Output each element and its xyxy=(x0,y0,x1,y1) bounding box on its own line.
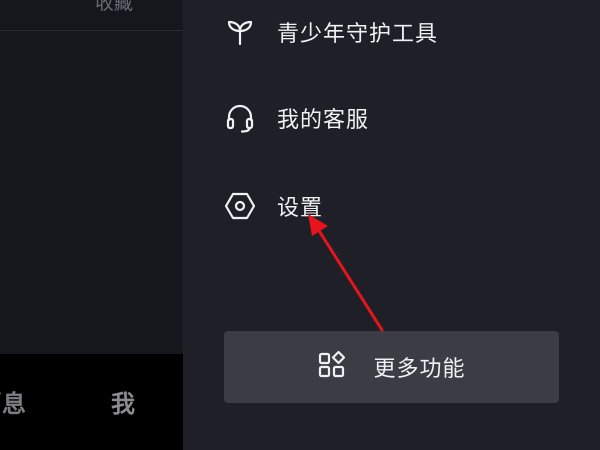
tab-me[interactable]: 我 xyxy=(111,384,135,419)
menu-item-youth-protection[interactable]: 青少年守护工具 xyxy=(223,12,543,52)
bottom-tab-bar xyxy=(0,354,183,450)
menu-item-customer-service[interactable]: 我的客服 xyxy=(223,98,543,138)
tab-messages[interactable]: 消息 xyxy=(0,384,26,419)
background-app-pane[interactable]: 收藏 消息 我 xyxy=(0,0,183,450)
favorites-label: 收藏 xyxy=(94,0,133,14)
hexagon-settings-icon xyxy=(223,189,257,223)
menu-item-label: 我的客服 xyxy=(277,108,370,133)
apps-grid-icon xyxy=(317,350,347,384)
headset-icon xyxy=(223,101,257,135)
menu-item-label: 青少年守护工具 xyxy=(277,22,439,47)
divider xyxy=(0,30,183,31)
menu-item-label: 设置 xyxy=(277,196,324,221)
side-drawer: 青少年守护工具 我的客服 设置 更多功能 xyxy=(183,0,600,450)
more-features-button[interactable]: 更多功能 xyxy=(224,331,559,403)
more-features-label: 更多功能 xyxy=(373,357,466,382)
menu-item-settings[interactable]: 设置 xyxy=(223,186,543,226)
sprout-icon xyxy=(223,15,257,49)
